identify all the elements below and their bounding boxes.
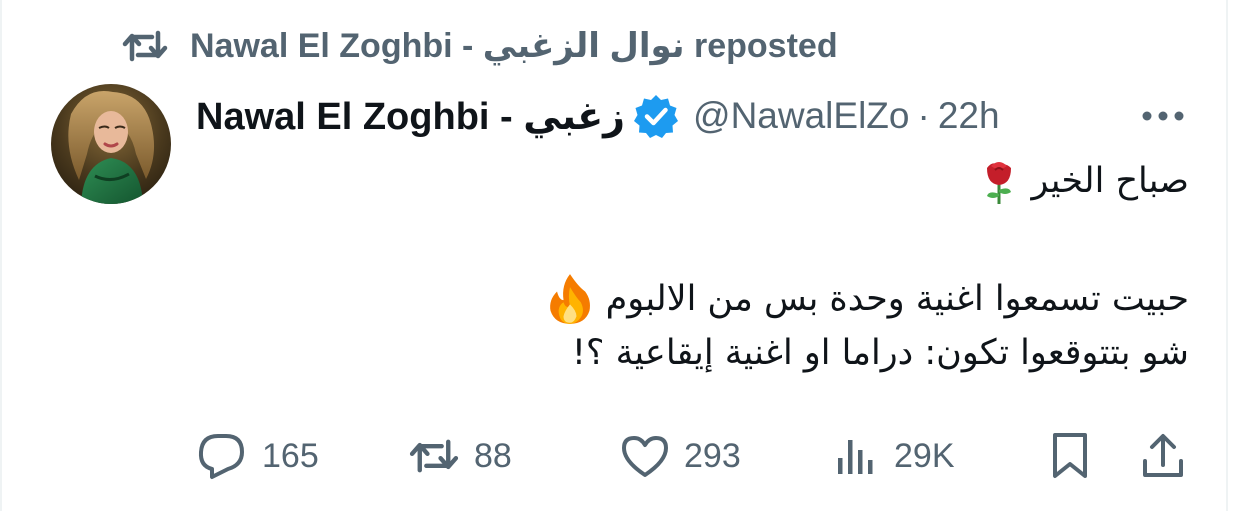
bookmark-icon: [1053, 433, 1087, 478]
share-icon: [1143, 434, 1183, 477]
repost-count: 88: [474, 436, 512, 475]
more-options-button[interactable]: [1137, 90, 1189, 142]
social-context[interactable]: Nawal El Zoghbi - نوال الزغبي reposted: [122, 24, 838, 68]
verified-badge-icon[interactable]: [633, 93, 679, 139]
reply-button[interactable]: 165: [196, 426, 319, 486]
reply-icon: [198, 434, 244, 479]
tweet-line-1: صباح الخير: [977, 154, 1189, 208]
share-button[interactable]: [1140, 426, 1186, 486]
timeline-right-border: [1226, 0, 1228, 511]
tweet-line-2-text: حبيت تسمعوا اغنية وحدة بس من الالبوم: [605, 279, 1189, 319]
heart-icon: [622, 436, 668, 477]
repost-button[interactable]: 88: [408, 426, 512, 486]
view-count: 29K: [894, 436, 955, 475]
more-dots-icon: [1142, 111, 1184, 121]
author-handle[interactable]: @NawalElZo: [693, 95, 909, 137]
tweet-line-3: شو بتتوقعوا تكون: دراما او اغنية إيقاعية…: [572, 326, 1189, 380]
reply-count: 165: [262, 436, 319, 475]
bookmark-button[interactable]: [1050, 426, 1090, 486]
tweet-header: Nawal El Zoghbi - زغبي @NawalElZo · 22h: [196, 88, 1189, 144]
views-chart-icon: [838, 440, 873, 474]
avatar[interactable]: [51, 84, 171, 204]
tweet-line-1-text: صباح الخير: [1031, 161, 1189, 201]
tweet-line-2: حبيت تسمعوا اغنية وحدة بس من الالبوم: [544, 272, 1189, 326]
repost-icon: [122, 30, 168, 62]
fire-emoji: [549, 274, 590, 324]
repost-action-icon: [409, 439, 459, 473]
rose-emoji: [987, 162, 1012, 204]
tweet-action-bar: 165 88 293 29K: [196, 426, 1189, 486]
avatar-image: [51, 84, 171, 204]
like-count: 293: [684, 436, 741, 475]
timeline-left-border: [0, 0, 2, 511]
like-button[interactable]: 293: [620, 426, 741, 486]
tweet-timestamp[interactable]: 22h: [938, 95, 1000, 137]
author-display-name[interactable]: Nawal El Zoghbi - زغبي: [196, 94, 625, 139]
views-button[interactable]: 29K: [834, 426, 955, 486]
social-context-label: Nawal El Zoghbi - نوال الزغبي reposted: [190, 27, 838, 65]
tweet-line-3-text: شو بتتوقعوا تكون: دراما او اغنية إيقاعية…: [571, 333, 1189, 373]
header-separator: ·: [917, 95, 930, 136]
